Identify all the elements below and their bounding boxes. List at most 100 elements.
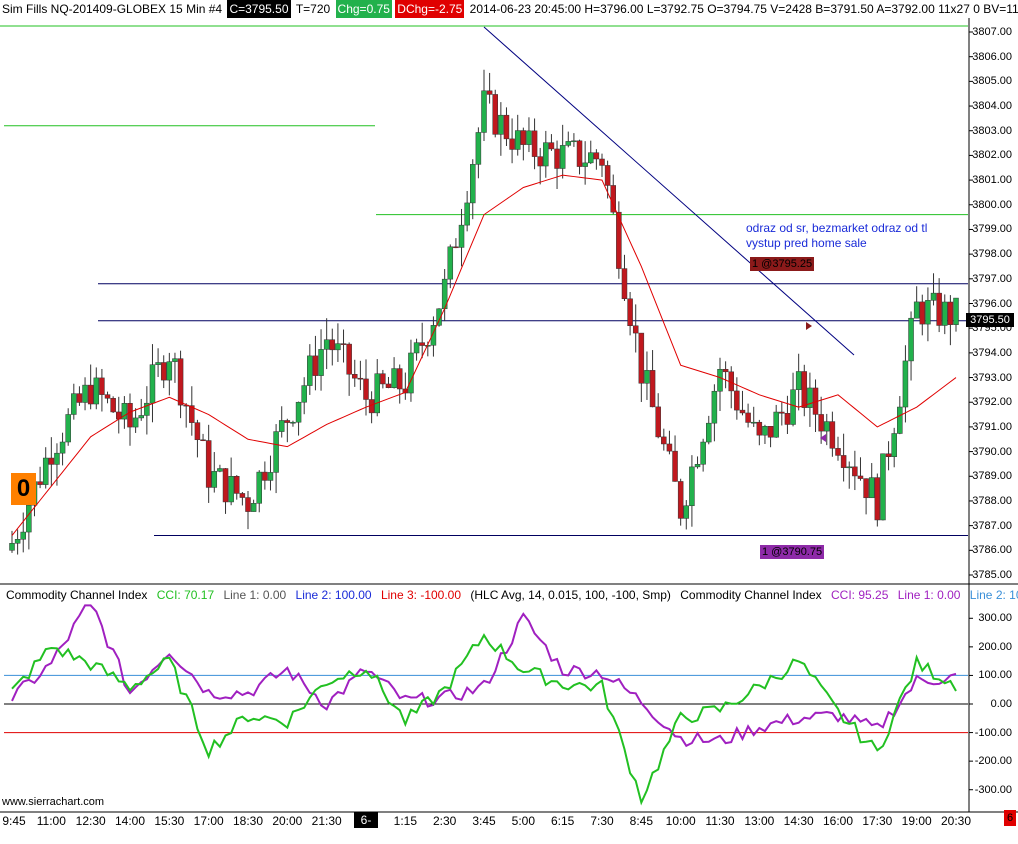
candle-up <box>644 370 650 384</box>
cci-line1-1: Line 1: 0.00 <box>223 588 287 602</box>
candle-down <box>205 440 212 488</box>
candle-up <box>26 504 32 533</box>
time-tick-label: 21:30 <box>311 814 342 828</box>
candle-up <box>706 422 712 443</box>
candle-up <box>166 361 173 381</box>
candle-up <box>267 472 274 481</box>
footer-url[interactable]: www.sierrachart.com <box>2 796 104 808</box>
price-tick-label: 3786.00 <box>972 544 1012 557</box>
price-tick-label: 3785.00 <box>972 569 1012 581</box>
cci-line3-1: Line 3: -100.00 <box>380 588 462 602</box>
candle-up <box>335 343 341 351</box>
candle-down <box>666 443 673 452</box>
current-price-label: 3795.50 <box>966 313 1014 327</box>
price-tick-label: 3802.00 <box>972 149 1012 162</box>
candle-up <box>880 453 886 521</box>
candle-down <box>745 412 751 423</box>
annotation-line-2: vystup pred home sale <box>746 236 867 250</box>
buy-fill-tag[interactable]: 1 @3790.75 <box>760 545 825 559</box>
time-tick-label: 20:00 <box>272 814 303 828</box>
candle-down <box>599 158 605 166</box>
time-tick-label: 14:00 <box>114 814 146 828</box>
candle-up <box>846 466 852 469</box>
candle-down <box>48 457 55 465</box>
candle-down <box>672 450 678 482</box>
candle-up <box>295 401 302 423</box>
candle-up <box>902 360 909 408</box>
candle-up <box>930 292 937 301</box>
time-tick-label: 5:00 <box>511 814 536 828</box>
cci-tick-label: 300.00 <box>978 612 1012 625</box>
position-box[interactable]: 0 <box>11 473 36 505</box>
cci-value-1: CCI: 70.17 <box>156 588 215 602</box>
time-tick-label: 18:30 <box>232 814 264 828</box>
candle-up <box>891 433 897 457</box>
candle-up <box>391 368 397 388</box>
time-tick-label: 11:00 <box>36 814 66 828</box>
candle-down <box>110 398 116 413</box>
cci-value-2: CCI: 95.25 <box>831 588 889 602</box>
candle-down <box>734 390 740 411</box>
time-tick-label: 2:30 <box>432 814 457 828</box>
candle-down <box>919 301 926 325</box>
time-tick-label: 3:45 <box>472 814 496 828</box>
candle-down <box>661 436 667 445</box>
chart-annotation[interactable]: odraz od sr, bezmarket odraz od tl vystu… <box>746 221 927 251</box>
candle-down <box>818 414 824 432</box>
candle-down <box>352 374 358 379</box>
cci-tick-label: 100.00 <box>978 669 1012 682</box>
candle-down <box>947 301 954 325</box>
cci-line2-2: Line 2: 100.0 <box>969 588 1018 602</box>
candle-down <box>200 439 206 442</box>
candle-down <box>829 421 836 449</box>
candle-down <box>509 138 515 150</box>
cci-line2-1: Line 2: 100.00 <box>295 588 372 602</box>
candle-up <box>250 503 257 512</box>
time-tick-label: 7:30 <box>590 814 614 828</box>
candle-down <box>380 373 386 385</box>
candle-up <box>54 452 60 465</box>
candle-up <box>824 421 830 432</box>
candle-up <box>318 349 324 376</box>
candle-up <box>408 352 414 394</box>
candle-down <box>655 406 661 438</box>
candle-up <box>790 389 796 425</box>
candle-up <box>14 539 21 544</box>
candle-up <box>413 342 420 354</box>
candle-up <box>211 471 218 488</box>
candle-up <box>256 471 262 504</box>
candle-down <box>99 377 105 395</box>
candle-up <box>582 162 588 167</box>
candle-up <box>498 114 504 135</box>
time-tick-label: 1:15 <box>393 814 418 828</box>
candle-down <box>284 420 291 423</box>
candle-up <box>942 301 948 326</box>
candle-up <box>925 300 931 325</box>
cci-tick-label: 0.00 <box>990 698 1012 710</box>
candle-up <box>323 339 330 350</box>
candle-down <box>329 339 336 351</box>
cci-tick-label: 200.00 <box>978 640 1012 653</box>
candle-down <box>87 384 94 405</box>
candle-down <box>632 325 639 334</box>
candle-up <box>588 152 594 164</box>
price-tick-label: 3806.00 <box>972 50 1012 63</box>
sell-fill-tag[interactable]: 1 @3795.25 <box>750 257 815 271</box>
price-chart[interactable] <box>0 0 1018 830</box>
cci-tick-label: -200.00 <box>974 755 1012 768</box>
time-tick-label: 12:30 <box>75 814 106 828</box>
candle-up <box>20 531 26 540</box>
candle-down <box>576 140 583 167</box>
candle-up <box>565 141 572 146</box>
candle-up <box>475 132 482 165</box>
cci-name-1: Commodity Channel Index <box>6 588 148 602</box>
price-tick-label: 3796.00 <box>972 297 1012 310</box>
time-axis: 9:45 11:00 12:30 14:00 15:30 17:00 18:30 20:00 2… <box>0 812 1018 843</box>
candle-down <box>677 481 684 519</box>
price-tick-label: 3787.00 <box>972 519 1012 532</box>
candle-down <box>160 362 167 381</box>
price-tick-label: 3803.00 <box>972 124 1012 137</box>
candle-down <box>801 371 808 408</box>
candle-down <box>852 466 858 477</box>
candle-up <box>694 464 701 468</box>
